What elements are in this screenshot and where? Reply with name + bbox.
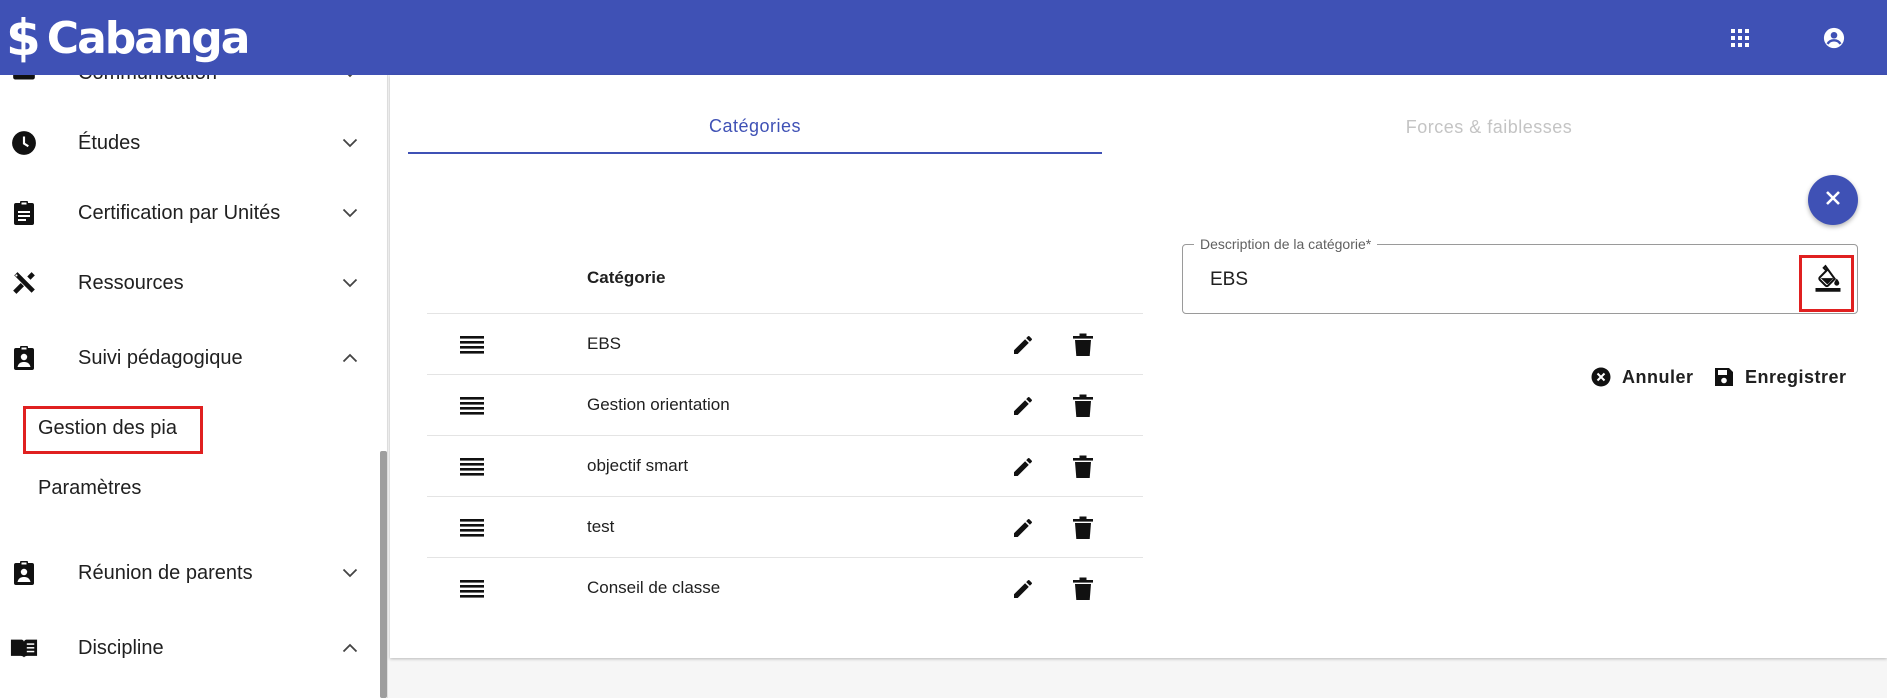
sidebar-subitem-parametres[interactable]: Paramètres	[38, 477, 141, 500]
row-name: EBS	[587, 334, 622, 353]
delete-trash-icon[interactable]	[1069, 575, 1097, 603]
assignment-ind-icon	[10, 344, 38, 372]
highlight-box	[23, 406, 203, 454]
sidebar-item-label: Études	[78, 131, 141, 154]
delete-trash-icon[interactable]	[1069, 392, 1097, 420]
save-button[interactable]: Enregistrer	[1713, 364, 1847, 390]
row-name: objectif smart	[587, 456, 689, 475]
close-icon	[1825, 190, 1841, 211]
drag-handle-icon[interactable]	[459, 332, 485, 358]
top-app-bar: $ Cabanga	[0, 0, 1887, 75]
edit-pencil-icon[interactable]	[1009, 453, 1037, 481]
chevron-down-icon	[338, 131, 362, 155]
cancel-button-label: Annuler	[1622, 366, 1694, 387]
table-row: Gestion orientation	[427, 374, 1143, 435]
sidebar-item-reunion-de-parents[interactable]: Réunion de parents	[0, 545, 380, 601]
app-logo[interactable]: $ Cabanga	[6, 8, 251, 68]
sidebar-item-communication[interactable]: Communication	[0, 75, 380, 101]
row-name: Conseil de classe	[587, 578, 721, 597]
row-name: Gestion orientation	[587, 395, 730, 414]
sidebar-item-label: Suivi pédagogique	[78, 346, 243, 369]
row-name: test	[587, 517, 615, 536]
drag-handle-icon[interactable]	[459, 576, 485, 602]
tab-categories[interactable]: Catégories	[408, 100, 1102, 154]
table-row: Conseil de classe	[427, 557, 1143, 618]
table-row: test	[427, 496, 1143, 557]
logo-brand: Cabanga	[46, 12, 251, 64]
sidebar-item-ressources[interactable]: Ressources	[0, 255, 380, 311]
table-row: EBS	[427, 313, 1143, 374]
sidebar-item-suivi-pedagogique[interactable]: Suivi pédagogique	[0, 330, 380, 386]
chevron-up-icon	[338, 346, 362, 370]
table-row: objectif smart	[427, 435, 1143, 496]
save-button-label: Enregistrer	[1745, 366, 1847, 387]
sidebar-nav: Communication Études Certification par U…	[0, 75, 388, 698]
cancel-button[interactable]: Annuler	[1590, 364, 1694, 390]
edit-pencil-icon[interactable]	[1009, 331, 1037, 359]
edit-pencil-icon[interactable]	[1009, 514, 1037, 542]
sidebar-item-label: Discipline	[78, 636, 164, 659]
delete-trash-icon[interactable]	[1069, 331, 1097, 359]
message-icon	[10, 75, 38, 87]
assignment-ind-icon	[10, 559, 38, 587]
edit-pencil-icon[interactable]	[1009, 392, 1037, 420]
book-icon	[10, 634, 38, 662]
drag-handle-icon[interactable]	[459, 454, 485, 480]
sidebar-item-label: Certification par Unités	[78, 201, 281, 224]
sidebar-item-etudes[interactable]: Études	[0, 115, 380, 171]
sidebar-item-label: Communication	[78, 75, 217, 85]
clock-icon	[10, 129, 38, 157]
chevron-down-icon	[338, 75, 362, 85]
delete-trash-icon[interactable]	[1069, 453, 1097, 481]
close-form-button[interactable]	[1808, 175, 1858, 225]
sidebar-item-discipline[interactable]: Discipline	[0, 620, 380, 676]
sidebar-item-certification[interactable]: Certification par Unités	[0, 185, 380, 241]
delete-trash-icon[interactable]	[1069, 514, 1097, 542]
chevron-down-icon	[338, 201, 362, 225]
drag-handle-icon[interactable]	[459, 515, 485, 541]
category-description-label: Description de la catégorie*	[1194, 236, 1378, 252]
sidebar-item-label: Ressources	[78, 271, 184, 294]
tools-icon	[10, 269, 38, 297]
drag-handle-icon[interactable]	[459, 393, 485, 419]
sidebar-item-label: Réunion de parents	[78, 561, 253, 584]
edit-pencil-icon[interactable]	[1009, 575, 1037, 603]
chevron-down-icon	[338, 271, 362, 295]
tab-forces-faiblesses[interactable]: Forces & faiblesses	[1102, 100, 1876, 154]
category-description-input[interactable]	[1210, 266, 1770, 294]
chevron-down-icon	[338, 561, 362, 585]
highlight-box	[1799, 255, 1854, 312]
save-icon	[1713, 366, 1735, 388]
chevron-up-icon	[338, 636, 362, 660]
account-circle-icon[interactable]	[1818, 22, 1850, 54]
sidebar-scrollbar-thumb[interactable]	[380, 451, 387, 698]
logo-dollar: $	[6, 9, 41, 67]
table-header-categorie: Catégorie	[587, 268, 666, 287]
clipboard-icon	[10, 199, 38, 227]
cancel-circle-icon	[1590, 366, 1612, 388]
apps-grid-icon[interactable]	[1724, 22, 1756, 54]
